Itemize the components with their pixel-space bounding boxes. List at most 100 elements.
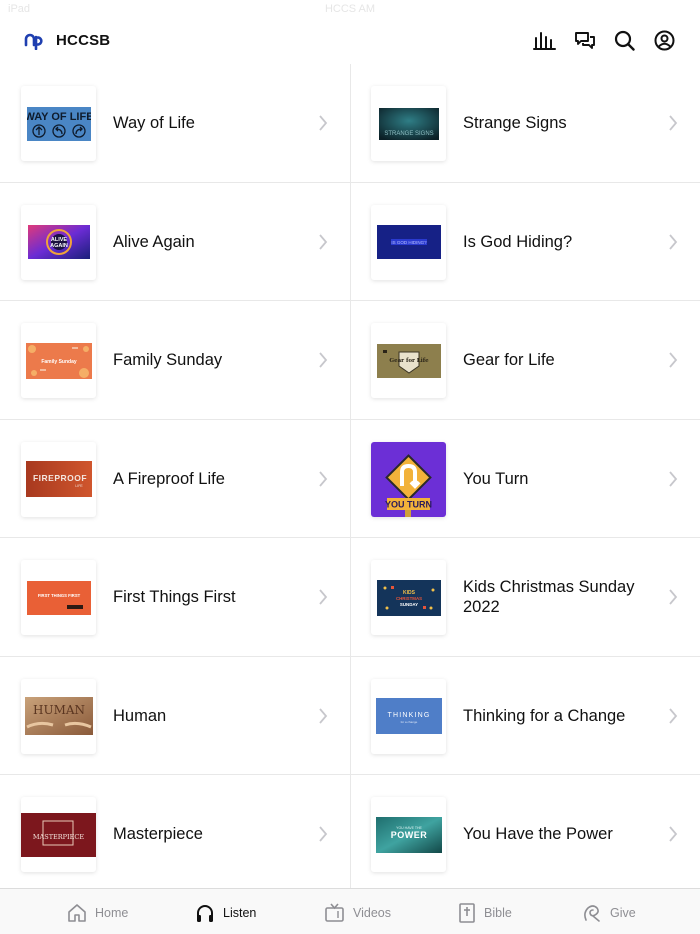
home-icon: [68, 904, 86, 922]
series-title: Kids Christmas Sunday 2022: [463, 578, 635, 616]
series-item-a-fireproof-life[interactable]: FIREPROOF LIFE A Fireproof Life: [0, 420, 350, 538]
series-title: Thinking for a Change: [463, 706, 626, 725]
svg-text:POWER: POWER: [390, 830, 427, 840]
chevron-right-icon: [319, 233, 328, 250]
header-actions: [533, 29, 676, 52]
strange-signs-artwork: STRANGE SIGNS: [378, 107, 439, 140]
chevron-right-icon: [319, 470, 328, 487]
tab-give[interactable]: Give: [582, 902, 636, 924]
series-title: Family Sunday: [113, 351, 223, 369]
chat-bubbles-icon: [574, 31, 595, 49]
series-thumbnail: Gear for Life: [371, 323, 446, 398]
series-item-you-turn[interactable]: YOU TURN You Turn: [350, 420, 700, 538]
series-item-you-have-the-power[interactable]: YOU HAVE THE POWER You Have the Power: [350, 775, 700, 893]
series-item-thinking-for-a-change[interactable]: THINKING for a change Thinking for a Cha…: [350, 657, 700, 775]
svg-text:WAY OF LIFE: WAY OF LIFE: [27, 111, 91, 123]
app-name: HCCSB: [56, 31, 111, 49]
tab-home[interactable]: Home: [67, 902, 128, 924]
svg-text:LIFE: LIFE: [75, 484, 83, 488]
svg-text:AGAIN: AGAIN: [50, 243, 68, 249]
brand[interactable]: HCCSB: [24, 30, 111, 51]
series-item-strange-signs[interactable]: STRANGE SIGNS Strange Signs: [350, 64, 700, 182]
series-row: ALIVE AGAIN Alive Again IS GOD HIDING? I…: [0, 183, 700, 301]
tab-label: Listen: [223, 906, 257, 920]
series-thumbnail: YOU HAVE THE POWER: [371, 797, 446, 872]
first-things-first-artwork: FIRST THINGS FIRST: [26, 580, 91, 615]
series-title: Human: [113, 706, 167, 725]
svg-text:CHRISTMAS: CHRISTMAS: [395, 596, 421, 601]
human-artwork: HUMAN: [24, 697, 93, 735]
series-thumbnail: FIRST THINGS FIRST: [21, 560, 96, 635]
series-thumbnail: IS GOD HIDING?: [371, 204, 446, 280]
tab-label: Give: [610, 906, 636, 920]
app-header: HCCSB: [0, 20, 700, 64]
svg-text:YOU TURN: YOU TURN: [385, 499, 432, 509]
series-title: You Have the Power: [463, 825, 613, 843]
tab-listen[interactable]: Listen: [195, 902, 256, 924]
series-item-is-god-hiding[interactable]: IS GOD HIDING? Is God Hiding?: [350, 183, 700, 301]
series-thumbnail: WAY OF LIFE: [21, 86, 96, 161]
svg-text:FIREPROOF: FIREPROOF: [32, 473, 86, 483]
chevron-right-icon: [319, 589, 328, 605]
tab-label: Bible: [484, 906, 512, 920]
series-title: Gear for Life: [463, 351, 555, 369]
series-title: Alive Again: [113, 232, 195, 251]
series-title: Strange Signs: [463, 114, 567, 132]
messages-button[interactable]: [573, 29, 596, 52]
series-grid: WAY OF LIFE Way of Life STRANGE SIGNS St…: [0, 64, 700, 894]
audio-bars-button[interactable]: [533, 29, 556, 52]
svg-text:Gear for Life: Gear for Life: [389, 358, 429, 364]
series-item-human[interactable]: HUMAN Human: [0, 657, 350, 775]
series-row: MASTERPIECE Masterpiece YOU HAVE THE POW…: [0, 775, 700, 894]
series-row: FIRST THINGS FIRST First Things First KI…: [0, 538, 700, 657]
power-artwork: YOU HAVE THE POWER: [375, 816, 442, 853]
series-item-alive-again[interactable]: ALIVE AGAIN Alive Again: [0, 183, 350, 301]
series-row: HUMAN Human THINKING for a change Thinki…: [0, 657, 700, 775]
series-title: Masterpiece: [113, 825, 203, 843]
series-item-masterpiece[interactable]: MASTERPIECE Masterpiece: [0, 775, 350, 893]
series-title: Is God Hiding?: [463, 232, 573, 251]
svg-text:for a change: for a change: [400, 720, 417, 724]
series-row: WAY OF LIFE Way of Life STRANGE SIGNS St…: [0, 64, 700, 183]
tab-label: Home: [95, 906, 129, 920]
tv-icon: [325, 903, 344, 922]
series-thumbnail: FIREPROOF LIFE: [21, 441, 96, 517]
is-god-hiding-artwork: IS GOD HIDING?: [376, 225, 441, 259]
chevron-right-icon: [319, 826, 328, 842]
you-turn-artwork: YOU TURN: [371, 441, 446, 517]
profile-button[interactable]: [653, 29, 676, 52]
tab-bible[interactable]: Bible: [458, 902, 512, 924]
brand-logo-icon: [24, 30, 44, 51]
chevron-right-icon: [669, 707, 678, 724]
chevron-right-icon: [669, 470, 678, 487]
alive-again-artwork: ALIVE AGAIN: [27, 225, 90, 259]
series-item-family-sunday[interactable]: Family Sunday Family Sunday: [0, 301, 350, 419]
thinking-artwork: THINKING for a change: [375, 698, 442, 734]
gear-for-life-artwork: Gear for Life: [376, 343, 441, 378]
series-row: FIREPROOF LIFE A Fireproof Life YOU TURN…: [0, 420, 700, 538]
tab-videos[interactable]: Videos: [324, 902, 391, 924]
series-item-way-of-life[interactable]: WAY OF LIFE Way of Life: [0, 64, 350, 182]
svg-text:MASTERPIECE: MASTERPIECE: [33, 833, 84, 841]
series-row: Family Sunday Family Sunday Gear for Lif…: [0, 301, 700, 420]
series-thumbnail: HUMAN: [21, 678, 96, 754]
chevron-right-icon: [319, 352, 328, 368]
give-icon: [584, 905, 600, 922]
chevron-right-icon: [669, 589, 678, 605]
series-item-gear-for-life[interactable]: Gear for Life Gear for Life: [350, 301, 700, 419]
bible-icon: [459, 903, 475, 923]
profile-icon: [654, 30, 675, 51]
series-thumbnail: STRANGE SIGNS: [371, 86, 446, 161]
way-of-life-artwork: WAY OF LIFE: [26, 106, 91, 141]
series-thumbnail: YOU TURN: [371, 441, 446, 517]
series-thumbnail: MASTERPIECE: [21, 797, 96, 872]
fireproof-artwork: FIREPROOF LIFE: [25, 461, 92, 497]
series-title: You Turn: [463, 469, 529, 488]
chevron-right-icon: [319, 115, 328, 131]
series-title: Way of Life: [113, 114, 195, 132]
series-item-kids-christmas-sunday-2022[interactable]: KIDS CHRISTMAS SUNDAY Kids Christmas Sun…: [350, 538, 700, 656]
tab-label: Videos: [353, 906, 391, 920]
chevron-right-icon: [319, 707, 328, 724]
series-item-first-things-first[interactable]: FIRST THINGS FIRST First Things First: [0, 538, 350, 656]
search-button[interactable]: [613, 29, 636, 52]
